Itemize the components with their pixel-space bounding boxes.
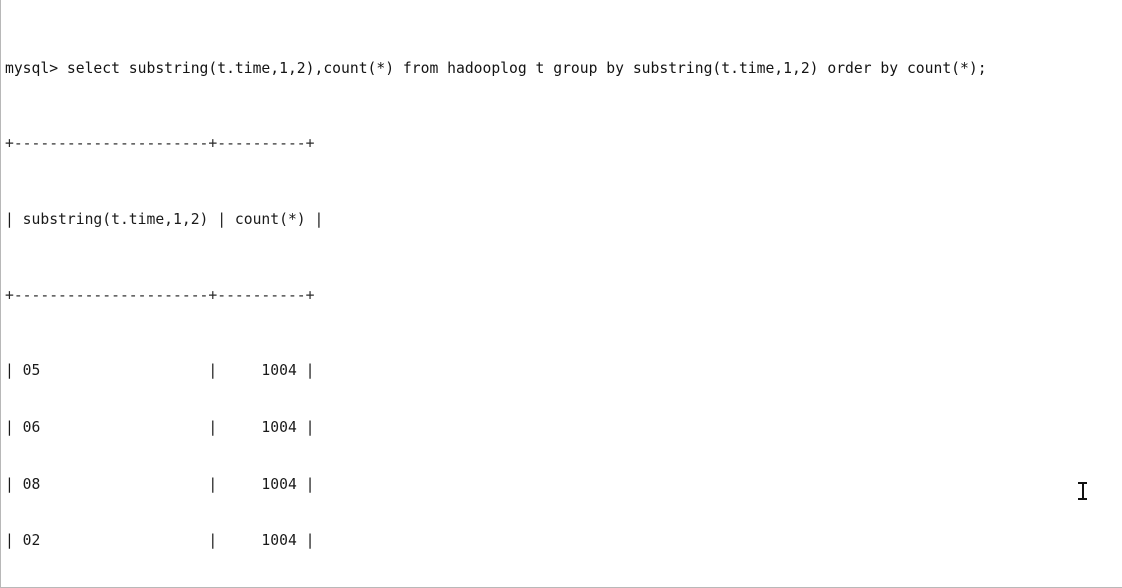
ibeam-bottom-serif: [1078, 498, 1087, 500]
table-top-rule: +----------------------+----------+: [5, 135, 315, 153]
table-row: | 02 | 1004 |: [5, 532, 315, 550]
table-row: | 06 | 1004 |: [5, 418, 315, 436]
terminal-window[interactable]: mysql> select substring(t.time,1,2),coun…: [0, 0, 1122, 588]
terminal-screen[interactable]: mysql> select substring(t.time,1,2),coun…: [5, 3, 987, 587]
text-ibeam-cursor-icon: [1077, 481, 1088, 501]
table-header-row: | substring(t.time,1,2) | count(*) |: [5, 210, 324, 228]
ibeam-stem: [1082, 483, 1084, 499]
mysql-prompt-line: mysql> select substring(t.time,1,2),coun…: [5, 59, 987, 77]
ibeam-top-serif: [1078, 482, 1087, 484]
table-row: | 08 | 1004 |: [5, 475, 315, 493]
table-header-rule: +----------------------+----------+: [5, 286, 315, 304]
table-row: | 05 | 1004 |: [5, 362, 315, 380]
